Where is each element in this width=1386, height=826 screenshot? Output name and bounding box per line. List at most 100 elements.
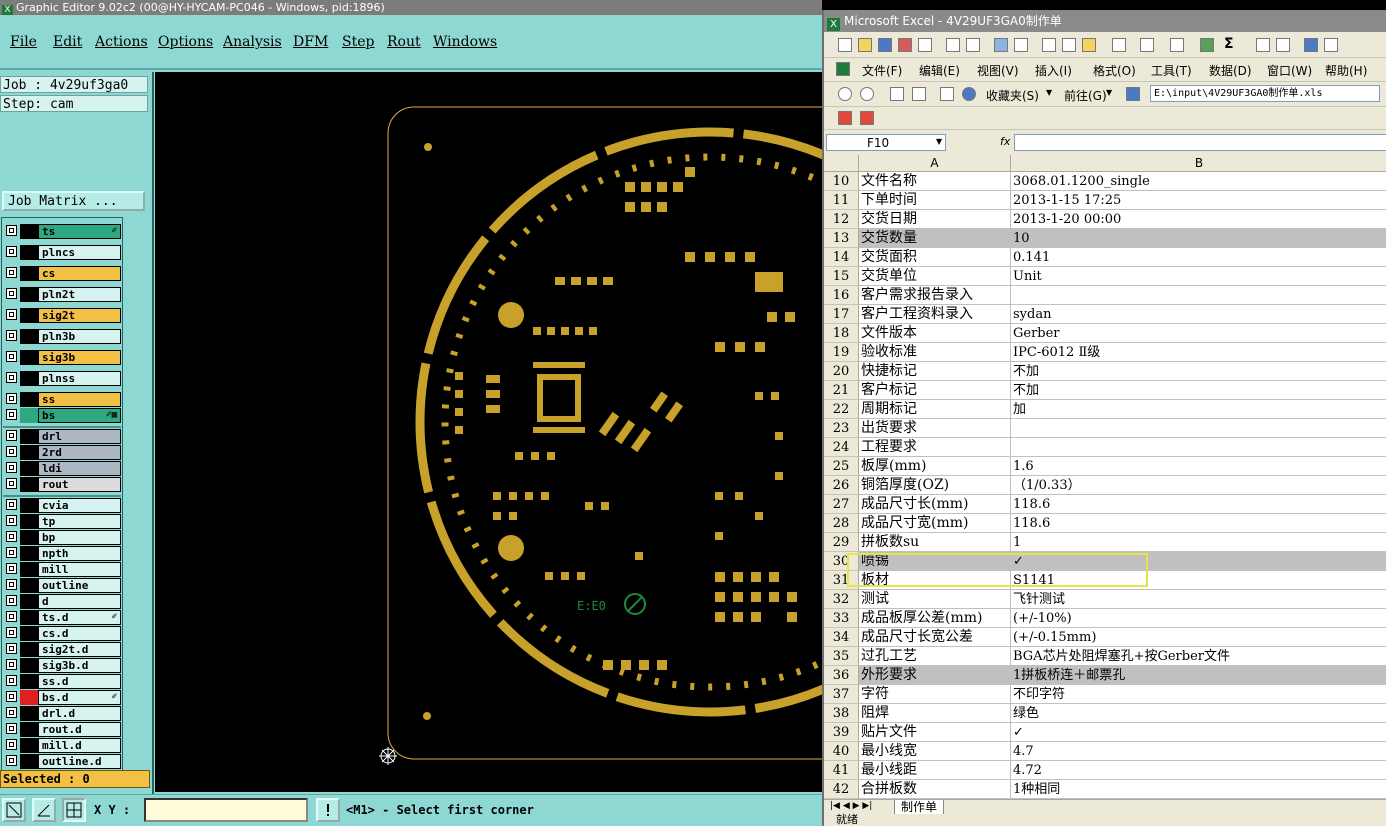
menu-file[interactable]: File — [10, 34, 37, 50]
cell-a[interactable]: 交货日期 — [859, 210, 1011, 229]
cell-b[interactable]: 不加 — [1011, 381, 1386, 400]
cell-b[interactable]: 3068.01.1200_single — [1011, 172, 1386, 191]
row-header[interactable]: 14 — [824, 248, 859, 267]
row-header[interactable]: 32 — [824, 590, 859, 609]
layer-row[interactable]: tp — [5, 514, 121, 529]
layer-checkbox[interactable] — [6, 739, 17, 750]
layer-checkbox[interactable] — [6, 351, 17, 362]
row-header[interactable]: 21 — [824, 381, 859, 400]
layer-checkbox[interactable] — [6, 462, 17, 473]
row-header[interactable]: 33 — [824, 609, 859, 628]
chevron-down-icon[interactable]: ▼ — [1046, 88, 1052, 97]
layer-row[interactable]: mill.d — [5, 738, 121, 753]
row-header[interactable]: 10 — [824, 172, 859, 191]
layer-display-swatch[interactable] — [20, 738, 38, 753]
layer-display-swatch[interactable] — [20, 371, 38, 386]
hyperlink-icon[interactable] — [1200, 38, 1214, 52]
cell-b[interactable]: 2013-1-20 00:00 — [1011, 210, 1386, 229]
layer-name[interactable]: rout — [38, 477, 121, 492]
cell-b[interactable] — [1011, 286, 1386, 305]
table-row[interactable]: 23 出货要求 — [824, 419, 1386, 438]
menu-edit[interactable]: 编辑(E) — [919, 62, 960, 79]
layer-name[interactable]: cs.d — [38, 626, 121, 641]
layer-name[interactable]: ts ✐ — [38, 224, 121, 239]
sort-descending-icon[interactable] — [1276, 38, 1290, 52]
layer-display-swatch[interactable] — [20, 530, 38, 545]
layer-row[interactable]: cvia — [5, 498, 121, 513]
graphic-canvas[interactable]: E:E0 — [155, 72, 822, 792]
show-only-web-toolbar-icon[interactable] — [1126, 87, 1140, 101]
layer-checkbox[interactable] — [6, 499, 17, 510]
layer-name[interactable]: bp — [38, 530, 121, 545]
layer-display-swatch[interactable] — [20, 408, 38, 423]
layer-display-swatch[interactable] — [20, 706, 38, 721]
forward-icon[interactable] — [860, 87, 874, 101]
table-row[interactable]: 25 板厚(mm) 1.6 — [824, 457, 1386, 476]
layer-display-swatch[interactable] — [20, 287, 38, 302]
layer-display-swatch[interactable] — [20, 610, 38, 625]
cell-a[interactable]: 铜箔厚度(OZ) — [859, 476, 1011, 495]
menu-windows[interactable]: Windows — [433, 34, 497, 50]
alert-button[interactable] — [316, 798, 340, 822]
layer-row[interactable]: drl.d — [5, 706, 121, 721]
cell-b[interactable]: 118.6 — [1011, 514, 1386, 533]
back-icon[interactable] — [838, 87, 852, 101]
layer-checkbox[interactable] — [6, 446, 17, 457]
layer-checkbox[interactable] — [6, 430, 17, 441]
table-row[interactable]: 27 成品尺寸长(mm) 118.6 — [824, 495, 1386, 514]
row-header[interactable]: 35 — [824, 647, 859, 666]
menu-tools[interactable]: 工具(T) — [1151, 62, 1192, 79]
select-all-corner[interactable] — [824, 155, 859, 172]
cell-b[interactable]: 飞针测试 — [1011, 590, 1386, 609]
layer-row[interactable]: outline — [5, 578, 121, 593]
cell-b[interactable]: 绿色 — [1011, 704, 1386, 723]
email-icon[interactable] — [918, 38, 932, 52]
row-header[interactable]: 20 — [824, 362, 859, 381]
table-row[interactable]: 11 下单时间 2013-1-15 17:25 — [824, 191, 1386, 210]
table-row[interactable]: 40 最小线宽 4.7 — [824, 742, 1386, 761]
undo-icon[interactable] — [1140, 38, 1154, 52]
cell-a[interactable]: 板厚(mm) — [859, 457, 1011, 476]
layer-checkbox[interactable] — [6, 515, 17, 526]
layer-name[interactable]: 2rd — [38, 445, 121, 460]
layer-display-swatch[interactable] — [20, 308, 38, 323]
row-header[interactable]: 15 — [824, 267, 859, 286]
cell-a[interactable]: 交货数量 — [859, 229, 1011, 248]
cell-b[interactable]: ✓ — [1011, 552, 1386, 571]
layer-name[interactable]: sig2t.d — [38, 642, 121, 657]
layer-checkbox[interactable] — [6, 288, 17, 299]
table-row[interactable]: 29 拼板数su 1 — [824, 533, 1386, 552]
layer-display-swatch[interactable] — [20, 594, 38, 609]
permission-icon[interactable] — [898, 38, 912, 52]
cell-a[interactable]: 过孔工艺 — [859, 647, 1011, 666]
layer-name[interactable]: outline.d — [38, 754, 121, 769]
layer-display-swatch[interactable] — [20, 546, 38, 561]
layer-row[interactable]: plnss — [5, 371, 121, 386]
cell-b[interactable]: Gerber — [1011, 324, 1386, 343]
layer-row[interactable]: drl — [5, 429, 121, 444]
address-field[interactable]: E:\input\4V29UF3GA0制作单.xls — [1150, 85, 1380, 102]
redo-icon[interactable] — [1170, 38, 1184, 52]
cell-b[interactable]: BGA芯片处阻焊塞孔+按Gerber文件 — [1011, 647, 1386, 666]
goto-menu[interactable]: 前往(G) — [1064, 87, 1107, 104]
table-row[interactable]: 22 周期标记加 — [824, 400, 1386, 419]
row-header[interactable]: 13 — [824, 229, 859, 248]
cell-a[interactable]: 合拼板数 — [859, 780, 1011, 799]
layer-row[interactable]: ss.d — [5, 674, 121, 689]
cell-a[interactable]: 阻焊 — [859, 704, 1011, 723]
layer-checkbox[interactable] — [6, 659, 17, 670]
menu-window[interactable]: 窗口(W) — [1267, 62, 1312, 79]
print-preview-icon[interactable] — [966, 38, 980, 52]
layer-checkbox[interactable] — [6, 627, 17, 638]
row-header[interactable]: 24 — [824, 438, 859, 457]
layer-display-swatch[interactable] — [20, 690, 38, 705]
cell-b[interactable]: 4.7 — [1011, 742, 1386, 761]
cell-b[interactable]: 1种相同 — [1011, 780, 1386, 799]
row-header[interactable]: 34 — [824, 628, 859, 647]
row-header[interactable]: 16 — [824, 286, 859, 305]
layer-row[interactable]: pln3b — [5, 329, 121, 344]
layer-checkbox[interactable] — [6, 563, 17, 574]
cell-a[interactable]: 最小线宽 — [859, 742, 1011, 761]
layer-name[interactable]: pln2t — [38, 287, 121, 302]
cell-a[interactable]: 最小线距 — [859, 761, 1011, 780]
